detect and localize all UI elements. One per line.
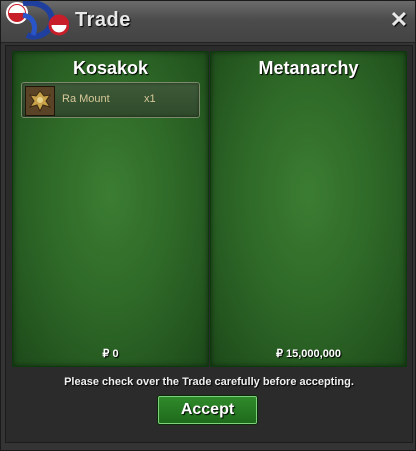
close-icon[interactable]: ✕ xyxy=(389,9,409,31)
trade-panel-right: Metanarchy ₽ 15,000,000 xyxy=(210,51,407,367)
window-title: Trade xyxy=(75,9,131,31)
trade-item-slot[interactable]: Ra Mount x1 xyxy=(21,82,200,118)
trade-content: Kosakok Ra Mount x1 ₽ 0 Metanarchy ₽ 15,… xyxy=(5,45,413,443)
ra-mount-icon xyxy=(25,86,55,116)
money-offer-right: ₽ 15,000,000 xyxy=(275,348,342,360)
item-quantity: x1 xyxy=(144,93,156,105)
trade-window: Trade ✕ Kosakok Ra Mount x1 ₽ 0 Metanarc… xyxy=(0,0,416,451)
player-name-left: Kosakok xyxy=(72,58,149,78)
accept-button[interactable]: Accept xyxy=(158,396,257,424)
game-logo-icon xyxy=(6,1,69,40)
trade-notice: Please check over the Trade carefully be… xyxy=(64,376,354,388)
item-name: Ra Mount xyxy=(62,93,110,105)
money-offer-left: ₽ 0 xyxy=(102,348,119,360)
player-name-right: Metanarchy xyxy=(258,58,359,78)
trade-panel-left: Kosakok Ra Mount x1 ₽ 0 xyxy=(12,51,209,367)
